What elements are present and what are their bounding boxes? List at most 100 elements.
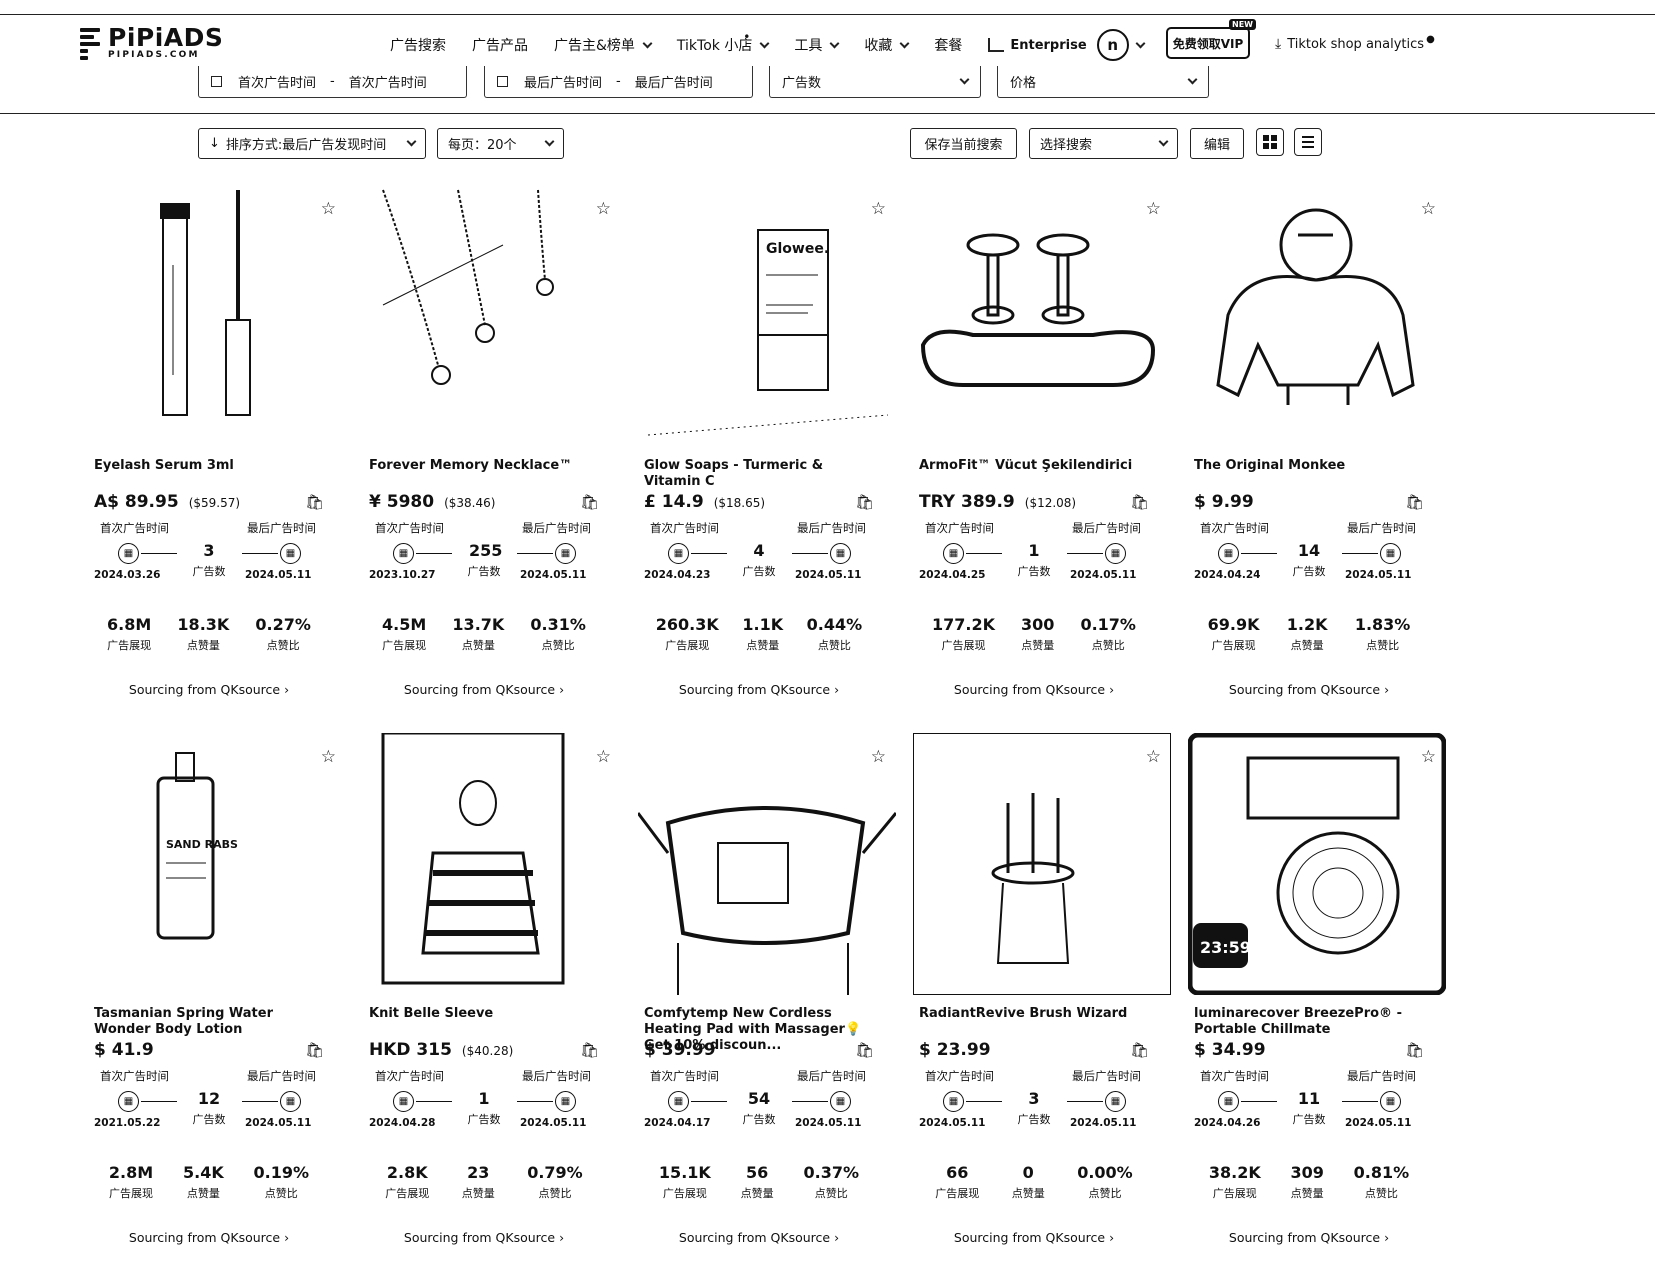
shop-bag-icon[interactable]: 🛍 — [855, 1041, 874, 1059]
favorite-star-icon[interactable]: ☆ — [1146, 747, 1161, 767]
sourcing-link[interactable]: Sourcing from QKsource › — [644, 682, 874, 697]
shop-bag-icon[interactable]: 🛍 — [1130, 1041, 1149, 1059]
sourcing-link[interactable]: Sourcing from QKsource › — [369, 682, 599, 697]
product-thumbnail[interactable] — [363, 733, 621, 995]
product-thumbnail[interactable] — [638, 733, 896, 995]
first-ad-date: 2024.04.28 — [369, 1117, 436, 1129]
product-card[interactable]: ☆ Eyelash Serum 3ml A$ 89.95 ($59.57) 🛍 … — [88, 185, 348, 720]
product-card[interactable]: 23:59 ☆ luminarecover BreezePro® - Porta… — [1188, 733, 1448, 1267]
favorite-star-icon[interactable]: ☆ — [871, 747, 886, 767]
list-view-button[interactable] — [1294, 128, 1322, 156]
product-name[interactable]: Eyelash Serum 3ml — [94, 458, 326, 474]
ad-count: 12 — [197, 1089, 221, 1108]
shop-bag-icon[interactable]: 🛍 — [1405, 493, 1424, 511]
timeline-line — [1067, 1101, 1103, 1102]
sourcing-link[interactable]: Sourcing from QKsource › — [919, 682, 1149, 697]
sourcing-link[interactable]: Sourcing from QKsource › — [1194, 1230, 1424, 1245]
nav-item-3[interactable]: TikTok 小店 • — [677, 30, 770, 55]
product-name[interactable]: Glow Soaps - Turmeric & Vitamin C — [644, 458, 876, 490]
sourcing-link[interactable]: Sourcing from QKsource › — [1194, 682, 1424, 697]
product-name[interactable]: RadiantRevive Brush Wizard — [919, 1006, 1151, 1022]
sourcing-link[interactable]: Sourcing from QKsource › — [94, 682, 324, 697]
last-time-label: 最后广告时间 — [797, 1069, 866, 1083]
product-card[interactable]: Glowee. ☆ Glow Soaps - Turmeric & Vitami… — [638, 185, 898, 720]
nav-item-1[interactable]: 广告产品 — [472, 35, 528, 55]
sourcing-link[interactable]: Sourcing from QKsource › — [644, 1230, 874, 1245]
product-thumbnail[interactable]: 23:59 — [1188, 733, 1446, 995]
logo-main-text: PiPiADS — [108, 23, 224, 52]
nav-item-0[interactable]: 广告搜索 — [390, 35, 446, 55]
product-thumbnail[interactable] — [1188, 185, 1446, 447]
favorite-star-icon[interactable]: ☆ — [321, 199, 336, 219]
shop-bag-icon[interactable]: 🛍 — [1130, 493, 1149, 511]
sourcing-link[interactable]: Sourcing from QKsource › — [94, 1230, 324, 1245]
nav-item-4[interactable]: 工具 — [794, 35, 840, 55]
grid-view-button[interactable] — [1256, 128, 1284, 156]
user-menu[interactable]: n — [1096, 29, 1146, 61]
shop-bag-icon[interactable]: 🛍 — [580, 493, 599, 511]
favorite-star-icon[interactable]: ☆ — [1146, 199, 1161, 219]
first-time-label: 首次广告时间 — [100, 1069, 169, 1083]
nav-item-2[interactable]: 广告主&榜单 — [554, 35, 653, 55]
product-name[interactable]: The Original Monkee — [1194, 458, 1426, 474]
save-search-button[interactable]: 保存当前搜索 — [910, 128, 1017, 159]
sort-select[interactable]: ↓ 排序方式:最后广告发现时间 — [198, 128, 426, 159]
product-card[interactable]: ☆ Comfytemp New Cordless Heating Pad wit… — [638, 733, 898, 1267]
favorite-star-icon[interactable]: ☆ — [1421, 199, 1436, 219]
first-ad-date: 2024.04.26 — [1194, 1117, 1261, 1129]
shop-bag-icon[interactable]: 🛍 — [305, 1041, 324, 1059]
product-thumbnail[interactable]: Glowee. — [638, 185, 896, 447]
product-card[interactable]: ☆ ArmoFit™ Vücut Şekilendirici TRY 389.9… — [913, 185, 1173, 720]
enterprise-link[interactable]: Enterprise — [988, 38, 1087, 53]
ad-count-label: 广告数 — [192, 1113, 226, 1126]
timeline-line — [1067, 553, 1103, 554]
product-card[interactable]: ☆ The Original Monkee $ 9.99 🛍 首次广告时间 最后… — [1188, 185, 1448, 720]
favorite-star-icon[interactable]: ☆ — [321, 747, 336, 767]
sourcing-link[interactable]: Sourcing from QKsource › — [919, 1230, 1149, 1245]
product-card[interactable]: ☆ Knit Belle Sleeve HKD 315 ($40.28) 🛍 首… — [363, 733, 623, 1267]
like-rate-label: 点赞比 — [1091, 639, 1125, 652]
last-time-label: 最后广告时间 — [1347, 1069, 1416, 1083]
first-ad-time-range[interactable]: 首次广告时间 - 首次广告时间 — [198, 66, 467, 98]
nav-item-5[interactable]: 收藏 — [864, 35, 910, 55]
price-select[interactable]: 价格 — [997, 66, 1209, 98]
favorite-star-icon[interactable]: ☆ — [871, 199, 886, 219]
ad-count-select[interactable]: 广告数 — [769, 66, 981, 98]
favorite-star-icon[interactable]: ☆ — [596, 747, 611, 767]
product-thumbnail[interactable] — [88, 185, 346, 447]
first-ad-date: 2024.05.11 — [919, 1117, 986, 1129]
pipiads-logo[interactable]: PiPiADS PIPIADS.COM — [80, 25, 223, 60]
product-card[interactable]: SAND RABS ☆ Tasmanian Spring Water Wonde… — [88, 733, 348, 1267]
like-rate-value: 0.17% — [1080, 615, 1136, 634]
shop-bag-icon[interactable]: 🛍 — [580, 1041, 599, 1059]
free-vip-button[interactable]: 免费领取VIP NEW — [1166, 19, 1256, 59]
last-time-label: 最后广告时间 — [522, 1069, 591, 1083]
calendar-icon: ▦ — [118, 1091, 139, 1112]
shop-bag-icon[interactable]: 🛍 — [1405, 1041, 1424, 1059]
product-name[interactable]: luminarecover BreezePro® - Portable Chil… — [1194, 1006, 1426, 1038]
product-name[interactable]: Forever Memory Necklace™ — [369, 458, 601, 474]
last-ad-time-range[interactable]: 最后广告时间 - 最后广告时间 — [484, 66, 753, 98]
product-name[interactable]: ArmoFit™ Vücut Şekilendirici — [919, 458, 1151, 474]
shop-bag-icon[interactable]: 🛍 — [855, 493, 874, 511]
product-thumbnail[interactable]: SAND RABS — [88, 733, 346, 995]
product-thumbnail[interactable] — [913, 185, 1171, 447]
product-name[interactable]: Knit Belle Sleeve — [369, 1006, 601, 1022]
edit-button[interactable]: 编辑 — [1190, 128, 1244, 159]
shop-bag-icon[interactable]: 🛍 — [305, 493, 324, 511]
favorite-star-icon[interactable]: ☆ — [596, 199, 611, 219]
nav-item-6[interactable]: 套餐 — [934, 35, 962, 55]
product-thumbnail[interactable] — [913, 733, 1171, 995]
likes-label: 点赞量 — [461, 639, 495, 652]
sourcing-link[interactable]: Sourcing from QKsource › — [369, 1230, 599, 1245]
favorite-star-icon[interactable]: ☆ — [1421, 747, 1436, 767]
per-page-select[interactable]: 每页：20个 — [437, 128, 564, 159]
product-name[interactable]: Tasmanian Spring Water Wonder Body Lotio… — [94, 1006, 326, 1038]
product-thumbnail[interactable] — [363, 185, 621, 447]
last-ad-date: 2024.05.11 — [245, 1117, 312, 1129]
ad-count: 54 — [747, 1089, 771, 1108]
product-card[interactable]: ☆ Forever Memory Necklace™ ¥ 5980 ($38.4… — [363, 185, 623, 720]
select-search-dropdown[interactable]: 选择搜索 — [1029, 128, 1178, 159]
tiktok-shop-analytics-link[interactable]: ⤓ Tiktok shop analytics ● — [1275, 34, 1435, 53]
product-card[interactable]: ☆ RadiantRevive Brush Wizard $ 23.99 🛍 首… — [913, 733, 1173, 1267]
